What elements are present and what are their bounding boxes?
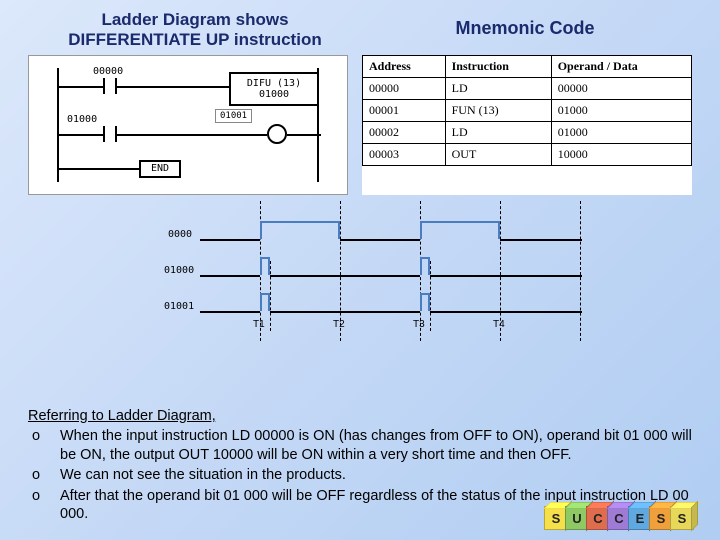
tick-t1: T1: [253, 319, 265, 330]
difu-box: DIFU (13) 01000: [229, 72, 319, 106]
header-operand: Operand / Data: [551, 55, 691, 77]
pulse-b1: [260, 257, 270, 275]
tick-t4: T4: [493, 319, 505, 330]
title-left-line2: DIFFERENTIATE UP instruction: [68, 30, 321, 49]
wire: [117, 134, 267, 136]
table-row: 00003 OUT 10000: [363, 143, 692, 165]
success-blocks: S U C C E S S: [547, 506, 694, 530]
pulse-a2: [420, 221, 500, 239]
title-right: Mnemonic Code: [360, 10, 690, 51]
baseline: [430, 275, 582, 277]
signal-label-b: 01000: [164, 265, 194, 276]
tick-line: [580, 201, 581, 341]
output-coil: [267, 124, 287, 144]
contact-01000-label: 01000: [67, 114, 97, 125]
bullet-1-text: When the input instruction LD 00000 is O…: [60, 427, 692, 464]
table-row: 00000 LD 00000: [363, 77, 692, 99]
signal-label-c: 01001: [164, 301, 194, 312]
difu-line1: DIFU (13): [247, 78, 301, 89]
signal-label-a: 0000: [168, 229, 192, 240]
title-left: Ladder Diagram shows DIFFERENTIATE UP in…: [30, 10, 360, 51]
explanation-heading: Referring to Ladder Diagram,: [28, 407, 692, 426]
table-row: 00002 LD 01000: [363, 121, 692, 143]
timing-diagram: 0000 01000 01001 T1 T2 T3 T4: [130, 201, 590, 341]
baseline: [500, 239, 582, 241]
contact-01000: [103, 126, 117, 142]
bullet-1: o When the input instruction LD 00000 is…: [32, 427, 692, 464]
wire: [287, 134, 321, 136]
end-box: END: [139, 160, 181, 178]
baseline: [270, 311, 420, 313]
table-row: 00001 FUN (13) 01000: [363, 99, 692, 121]
bullet-marker: o: [32, 487, 46, 524]
baseline: [200, 239, 260, 241]
bullet-marker: o: [32, 466, 46, 485]
baseline: [270, 275, 420, 277]
mnemonic-table: Address Instruction Operand / Data 00000…: [362, 55, 692, 195]
header-instruction: Instruction: [445, 55, 551, 77]
pulse-end-marker: [270, 261, 271, 331]
title-left-line1: Ladder Diagram shows: [101, 10, 288, 29]
wire: [59, 134, 103, 136]
pulse-a1: [260, 221, 340, 239]
bullet-marker: o: [32, 427, 46, 464]
pulse-c1: [260, 293, 270, 311]
header-address: Address: [363, 55, 446, 77]
tick-t3: T3: [413, 319, 425, 330]
baseline: [200, 311, 260, 313]
baseline: [200, 275, 260, 277]
bullet-2: o We can not see the situation in the pr…: [32, 466, 692, 485]
difu-line2: 01000: [259, 89, 289, 100]
contact-00000: [103, 78, 117, 94]
baseline: [340, 239, 420, 241]
wire: [59, 168, 139, 170]
ladder-diagram: 00000 DIFU (13) 01000 01000 01001 END: [28, 55, 348, 195]
contact-00000-label: 00000: [93, 66, 123, 77]
pulse-c2: [420, 293, 430, 311]
pulse-end-marker: [430, 261, 431, 331]
wire: [117, 86, 229, 88]
coil-label: 01001: [215, 109, 252, 123]
pulse-b2: [420, 257, 430, 275]
baseline: [430, 311, 582, 313]
tick-t2: T2: [333, 319, 345, 330]
table-header-row: Address Instruction Operand / Data: [363, 55, 692, 77]
wire: [59, 86, 103, 88]
bullet-2-text: We can not see the situation in the prod…: [60, 466, 346, 485]
block-s: S: [670, 506, 694, 530]
